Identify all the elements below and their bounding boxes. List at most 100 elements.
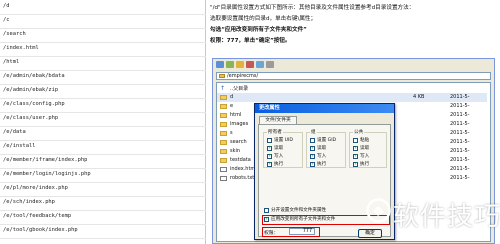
tab-file-folder[interactable]: 文件/文件夹	[259, 116, 297, 124]
owner-group: 所有者 设置 UID ✓ 读取 ✓ 写入 ✓ 执行	[263, 129, 303, 168]
checkmark-icon[interactable]: ✓	[264, 217, 269, 222]
file-name: search	[230, 139, 247, 145]
permission-input[interactable]: 777	[289, 228, 315, 235]
folder-up-icon[interactable]	[236, 61, 244, 68]
file-date: 2011-5-	[450, 112, 470, 118]
checkmark-icon[interactable]: ✓	[353, 146, 358, 151]
path-list-panel: /d /c /search /index.html /html /e/admin…	[0, 0, 206, 244]
file-date: 2011-5-	[450, 157, 470, 163]
folder-icon	[219, 74, 225, 78]
path-row: /e/class/user.php	[0, 114, 206, 127]
path-text: /index.html	[3, 45, 39, 51]
path-text: /search	[3, 31, 26, 37]
view-icon[interactable]	[266, 61, 274, 68]
file-date: 2011-5-	[450, 139, 470, 145]
file-date: 2011-5-	[450, 130, 470, 136]
file-name: e	[230, 103, 234, 109]
checkbox[interactable]	[267, 138, 272, 143]
checkmark-icon[interactable]: ✓	[353, 154, 358, 159]
instruction-line: 勾选“应用改变到所有子文件夹和文件”	[210, 27, 307, 33]
path-text: /e/class/user.php	[3, 115, 59, 121]
file-name: images	[230, 121, 249, 127]
checkmark-icon[interactable]: ✓	[310, 146, 315, 151]
checkmark-icon[interactable]: ✓	[267, 162, 272, 167]
checkbox-label: 粘贴	[360, 138, 370, 143]
path-text: /e/member/iframe/index.php	[3, 157, 88, 163]
path-text: /e/member/login/loginjs.php	[3, 171, 91, 177]
file-name: ..父目录	[230, 86, 249, 92]
path-row: /e/tool/feedback/temp	[0, 212, 206, 225]
path-row: /search	[0, 30, 206, 43]
path-row: /c	[0, 16, 206, 29]
checkbox-label: 写入	[360, 154, 370, 159]
folder-icon	[220, 131, 227, 136]
checkbox[interactable]	[353, 138, 358, 143]
path-row: /d	[0, 2, 206, 15]
stop-icon[interactable]	[246, 61, 254, 68]
ftp-toolbar	[213, 59, 494, 71]
permission-row: 权限： 777	[259, 228, 321, 236]
checkbox-label: 执行	[360, 162, 370, 167]
checkbox-label: 读取	[360, 146, 370, 151]
file-row[interactable]: d 4 KB 2011-5-	[217, 93, 487, 102]
path-row: /e/member/login/loginjs.php	[0, 170, 206, 183]
path-row: /e/sch/index.php	[0, 198, 206, 211]
checkbox-label: 设置 UID	[274, 138, 293, 143]
option-label: 分开设置文件和文件夹属性	[271, 208, 327, 213]
path-text: /html	[3, 59, 20, 65]
html-file-icon	[220, 167, 227, 172]
checkbox-label: 执行	[317, 162, 327, 167]
folder-icon	[220, 95, 227, 100]
checkmark-icon[interactable]: ✓	[353, 162, 358, 167]
back-icon[interactable]	[216, 61, 224, 68]
path-text: /e/sch/index.php	[3, 199, 55, 205]
path-text: /e/install	[3, 143, 36, 149]
checkmark-icon[interactable]: ✓	[267, 146, 272, 151]
file-date: 2011-5-	[450, 166, 470, 172]
forward-icon[interactable]	[226, 61, 234, 68]
file-date: 2011-5-	[450, 121, 470, 127]
path-row: /e/class/config.php	[0, 100, 206, 113]
option-label: 应用改变到所有子文件夹和文件	[271, 217, 336, 222]
file-date: 2011-5-	[450, 148, 470, 154]
checkmark-icon[interactable]: ✓	[267, 154, 272, 159]
path-text: /d	[3, 3, 10, 9]
folder-icon	[220, 122, 227, 127]
checkbox-label: 读取	[317, 146, 327, 151]
file-name: html	[230, 112, 242, 118]
path-text: /e/admin/ebak/bdata	[3, 73, 65, 79]
checkbox[interactable]	[310, 138, 315, 143]
path-row: /e/admin/ebak/zip	[0, 86, 206, 99]
path-text: /e/pl/more/index.php	[3, 185, 68, 191]
public-group-label: 公共	[353, 129, 365, 135]
owner-group-label: 所有者	[267, 129, 283, 135]
checkmark-icon[interactable]: ✓	[310, 162, 315, 167]
ok-button[interactable]: 确定	[358, 229, 382, 238]
page: /d /c /search /index.html /html /e/admin…	[0, 0, 500, 244]
text-file-icon	[220, 176, 227, 181]
instruction-line: 选取要设置属性的目录d，单击右键\属性；	[210, 16, 317, 22]
file-row[interactable]: ↑ ..父目录	[217, 84, 487, 93]
address-bar[interactable]: /empirecms/	[216, 72, 491, 80]
group-group: 组 设置 GID ✓ 读取 ✓ 写入 ✓ 执行	[306, 129, 346, 168]
file-name: testdata	[230, 157, 251, 163]
path-row: /e/install	[0, 142, 206, 155]
permission-label: 权限：	[264, 231, 279, 236]
file-name: d	[230, 94, 234, 100]
instruction-line: 权限：777，单击“确定”按钮。	[210, 38, 291, 44]
path-text: /e/admin/ebak/zip	[3, 87, 59, 93]
address-text: /empirecms/	[227, 73, 259, 79]
path-row: /e/data	[0, 128, 206, 141]
watermark-logo-icon	[366, 198, 391, 223]
refresh-icon[interactable]	[256, 61, 264, 68]
checkmark-icon[interactable]: ✓	[310, 154, 315, 159]
folder-icon	[220, 149, 227, 154]
path-row: /e/admin/ebak/bdata	[0, 72, 206, 85]
file-date: 2011-5-	[450, 94, 470, 100]
checkbox[interactable]	[264, 208, 269, 213]
file-date: 2011-5-	[450, 103, 470, 109]
folder-icon	[220, 158, 227, 163]
group-group-label: 组	[310, 129, 317, 135]
file-size: 4 KB	[413, 94, 425, 100]
path-row: /e/member/iframe/index.php	[0, 156, 206, 169]
